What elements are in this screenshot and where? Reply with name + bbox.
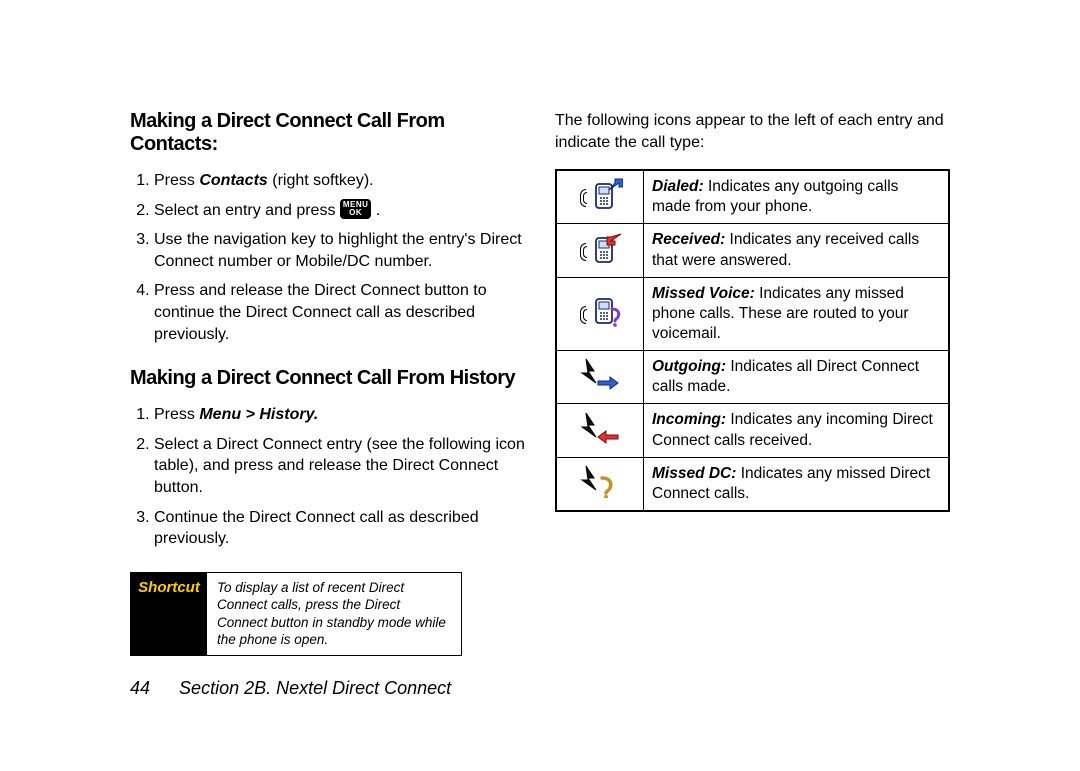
table-row: Missed Voice: Indicates any missed phone… bbox=[556, 277, 949, 350]
table-row: Received: Indicates any received calls t… bbox=[556, 224, 949, 277]
desc-cell: Incoming: Indicates any incoming Direct … bbox=[644, 404, 950, 457]
left-column: Making a Direct Connect Call From Contac… bbox=[130, 110, 525, 656]
key-line2: OK bbox=[343, 209, 369, 217]
heading-from-history: Making a Direct Connect Call From Histor… bbox=[130, 367, 525, 390]
shortcut-text: To display a list of recent Direct Conne… bbox=[207, 573, 461, 655]
row-name: Missed DC: bbox=[652, 465, 736, 482]
heading-from-contacts: Making a Direct Connect Call From Contac… bbox=[130, 110, 525, 156]
table-row: Missed DC: Indicates any missed Direct C… bbox=[556, 457, 949, 511]
icon-cell bbox=[556, 224, 644, 277]
steps-contacts: Press Contacts (right softkey). Select a… bbox=[130, 170, 525, 345]
dc-incoming-icon bbox=[580, 411, 620, 451]
phone-missed-icon bbox=[593, 295, 623, 333]
signal-waves-icon bbox=[577, 185, 587, 209]
shortcut-label: Shortcut bbox=[131, 573, 207, 655]
signal-waves-icon bbox=[577, 239, 587, 263]
table-row: Outgoing: Indicates all Direct Connect c… bbox=[556, 351, 949, 404]
signal-waves-icon bbox=[577, 302, 587, 326]
row-name: Received: bbox=[652, 231, 725, 248]
row-name: Dialed: bbox=[652, 178, 704, 195]
desc-cell: Outgoing: Indicates all Direct Connect c… bbox=[644, 351, 950, 404]
text: . bbox=[376, 202, 380, 219]
section-title: Section 2B. Nextel Direct Connect bbox=[179, 678, 451, 698]
step: Press Menu > History. bbox=[154, 404, 525, 426]
steps-history: Press Menu > History. Select a Direct Co… bbox=[130, 404, 525, 550]
icon-cell bbox=[556, 457, 644, 511]
softkey-name: Contacts bbox=[199, 172, 267, 189]
desc-cell: Dialed: Indicates any outgoing calls mad… bbox=[644, 170, 950, 224]
icon-cell bbox=[556, 170, 644, 224]
text: Press bbox=[154, 406, 199, 423]
step: Use the navigation key to highlight the … bbox=[154, 229, 525, 272]
page-footer: 44 Section 2B. Nextel Direct Connect bbox=[130, 678, 451, 699]
shortcut-callout: Shortcut To display a list of recent Dir… bbox=[130, 572, 462, 656]
text: (right softkey). bbox=[268, 172, 374, 189]
call-type-icon-table: Dialed: Indicates any outgoing calls mad… bbox=[555, 169, 950, 512]
table-row: Dialed: Indicates any outgoing calls mad… bbox=[556, 170, 949, 224]
icon-table-lead: The following icons appear to the left o… bbox=[555, 110, 950, 153]
text: Select an entry and press bbox=[154, 202, 340, 219]
right-column: The following icons appear to the left o… bbox=[555, 110, 950, 656]
manual-page: Making a Direct Connect Call From Contac… bbox=[0, 0, 1080, 771]
page-number: 44 bbox=[130, 678, 150, 698]
desc-cell: Missed Voice: Indicates any missed phone… bbox=[644, 277, 950, 350]
icon-cell bbox=[556, 351, 644, 404]
icon-cell bbox=[556, 404, 644, 457]
phone-dialed-icon bbox=[593, 178, 623, 216]
row-name: Incoming: bbox=[652, 411, 726, 428]
dc-outgoing-icon bbox=[580, 357, 620, 397]
step: Select a Direct Connect entry (see the f… bbox=[154, 434, 525, 499]
text: Press bbox=[154, 172, 199, 189]
phone-received-icon bbox=[593, 232, 623, 270]
desc-cell: Received: Indicates any received calls t… bbox=[644, 224, 950, 277]
desc-cell: Missed DC: Indicates any missed Direct C… bbox=[644, 457, 950, 511]
step: Continue the Direct Connect call as desc… bbox=[154, 507, 525, 550]
dc-missed-icon bbox=[580, 464, 620, 504]
menu-ok-key-icon: MENUOK bbox=[340, 199, 372, 219]
table-row: Incoming: Indicates any incoming Direct … bbox=[556, 404, 949, 457]
menu-path: Menu > History. bbox=[199, 406, 318, 423]
step: Press and release the Direct Connect but… bbox=[154, 280, 525, 345]
row-name: Missed Voice: bbox=[652, 285, 755, 302]
two-column-layout: Making a Direct Connect Call From Contac… bbox=[130, 110, 950, 656]
icon-cell bbox=[556, 277, 644, 350]
step: Select an entry and press MENUOK . bbox=[154, 200, 525, 222]
row-name: Outgoing: bbox=[652, 358, 726, 375]
step: Press Contacts (right softkey). bbox=[154, 170, 525, 192]
